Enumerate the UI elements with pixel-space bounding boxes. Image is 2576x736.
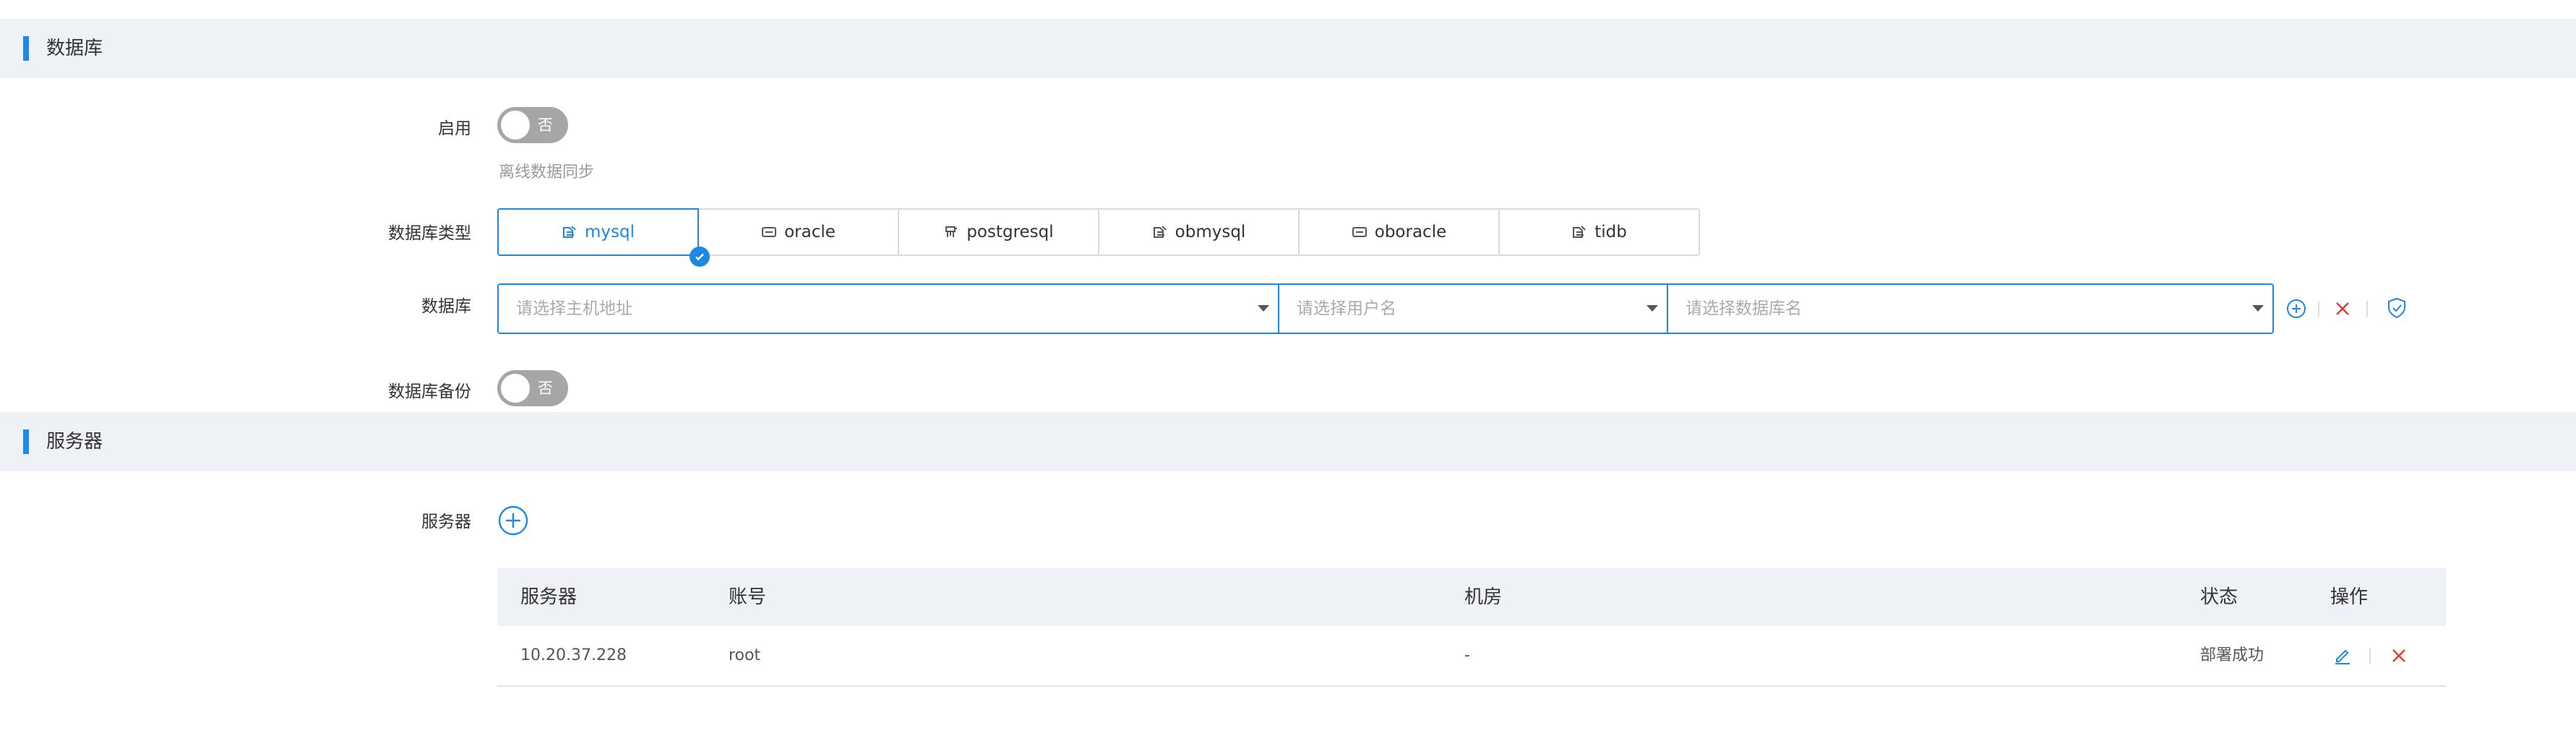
shield-check-icon — [2388, 297, 2405, 319]
host-select-placeholder: 请选择主机地址 — [516, 299, 632, 318]
db-type-option-obmysql[interactable]: obmysql — [1098, 208, 1300, 256]
db-type-label-tidb: tidb — [1594, 223, 1627, 241]
divider — [2318, 301, 2319, 317]
db-type-label-oracle: oracle — [784, 223, 836, 241]
divider — [2366, 301, 2368, 317]
db-type-option-oracle[interactable]: oracle — [697, 208, 899, 256]
backup-switch[interactable]: 否 — [497, 370, 568, 406]
database-icon — [1152, 224, 1168, 240]
edit-server-button[interactable] — [2332, 645, 2353, 667]
enable-label: 启用 — [438, 119, 471, 138]
remove-database-button[interactable] — [2332, 298, 2353, 320]
selected-check-icon — [690, 247, 710, 267]
close-icon — [2336, 302, 2349, 315]
close-icon — [2392, 649, 2405, 662]
plus-circle-icon — [2287, 299, 2306, 318]
section-header-server: 服务器 — [0, 412, 2576, 471]
switch-text: 否 — [538, 380, 553, 397]
column-header-server: 服务器 — [520, 586, 578, 608]
caret-down-icon — [2252, 305, 2264, 312]
database-icon — [1571, 224, 1587, 240]
edit-icon — [2335, 649, 2350, 664]
section-accent-bar — [23, 36, 29, 61]
db-type-option-mysql[interactable]: mysql — [497, 208, 710, 267]
cell-server: 10.20.37.228 — [520, 646, 627, 664]
plus-circle-icon — [498, 505, 528, 536]
test-connection-button[interactable] — [2385, 296, 2408, 320]
username-select-placeholder: 请选择用户名 — [1297, 299, 1396, 318]
section-title-database: 数据库 — [46, 38, 103, 59]
db-type-label-mysql: mysql — [585, 223, 635, 241]
db-type-radio-group: mysql oracle postgresql obmysql oboracle… — [497, 208, 1700, 267]
database-select-group: 请选择主机地址 请选择用户名 请选择数据库名 — [497, 283, 2274, 334]
caret-down-icon — [1258, 305, 1269, 312]
db-type-option-tidb[interactable]: tidb — [1498, 208, 1700, 256]
column-header-actions: 操作 — [2330, 586, 2369, 608]
server-box-icon — [1352, 224, 1368, 240]
db-type-label-obmysql: obmysql — [1175, 223, 1246, 241]
section-title-server: 服务器 — [46, 431, 103, 453]
db-type-label-oboracle: oboracle — [1374, 223, 1447, 241]
database-icon — [562, 224, 578, 240]
add-database-button[interactable] — [2285, 298, 2307, 320]
database-label: 数据库 — [421, 297, 471, 316]
cell-status: 部署成功 — [2200, 646, 2264, 664]
postgresql-icon — [943, 224, 959, 240]
column-header-account: 账号 — [729, 586, 767, 608]
add-server-button[interactable] — [497, 505, 529, 536]
delete-server-button[interactable] — [2388, 645, 2410, 667]
cell-account: root — [729, 646, 761, 664]
divider — [2369, 648, 2371, 664]
db-type-option-postgresql[interactable]: postgresql — [898, 208, 1099, 256]
column-header-status: 状态 — [2200, 586, 2238, 608]
db-type-option-oboracle[interactable]: oboracle — [1298, 208, 1500, 256]
section-accent-bar — [23, 429, 29, 454]
enable-help-text: 离线数据同步 — [499, 163, 595, 181]
backup-label: 数据库备份 — [388, 382, 471, 401]
username-select[interactable]: 请选择用户名 — [1278, 283, 1668, 334]
switch-knob — [501, 374, 530, 403]
switch-text: 否 — [538, 116, 553, 134]
server-label: 服务器 — [421, 513, 471, 531]
section-header-database: 数据库 — [0, 19, 2576, 78]
table-row: 10.20.37.228 root - 部署成功 — [497, 626, 2446, 687]
cell-room: - — [1464, 646, 1470, 664]
switch-knob — [501, 111, 530, 140]
server-box-icon — [761, 224, 777, 240]
host-select[interactable]: 请选择主机地址 — [497, 283, 1279, 334]
db-type-label-postgresql: postgresql — [966, 223, 1054, 241]
db-type-label: 数据库类型 — [388, 224, 471, 243]
server-table: 服务器 账号 机房 状态 操作 10.20.37.228 root - 部署成功 — [497, 568, 2446, 687]
table-header: 服务器 账号 机房 状态 操作 — [497, 568, 2446, 626]
column-header-room: 机房 — [1464, 586, 1503, 608]
dbname-select[interactable]: 请选择数据库名 — [1667, 283, 2274, 334]
enable-switch[interactable]: 否 — [497, 107, 568, 143]
caret-down-icon — [1647, 305, 1658, 312]
dbname-select-placeholder: 请选择数据库名 — [1686, 299, 1802, 318]
